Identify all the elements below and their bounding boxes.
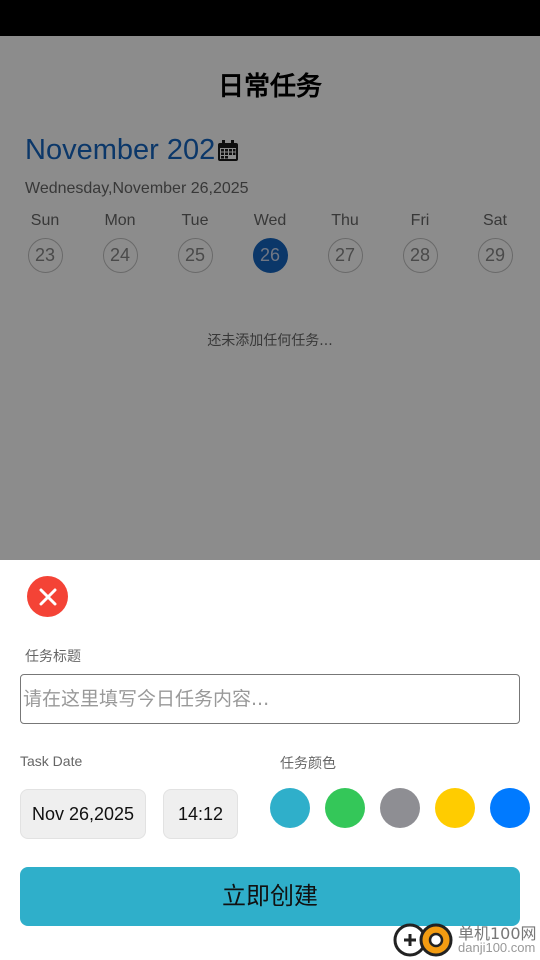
time-picker-button[interactable]: 14:12 bbox=[163, 789, 238, 839]
color-swatch-green[interactable] bbox=[325, 788, 365, 828]
create-task-sheet: 任务标题 请在这里填写今日任务内容... Task Date 任务颜色 Nov … bbox=[0, 560, 540, 960]
app-screen: 日常任务 November 202 Wednesday,November 26,… bbox=[0, 36, 540, 960]
modal-overlay[interactable] bbox=[0, 36, 540, 560]
watermark-line2: danji100.com bbox=[458, 940, 536, 955]
close-button[interactable] bbox=[27, 576, 68, 617]
task-color-label: 任务颜色 bbox=[280, 756, 336, 772]
color-swatch-teal[interactable] bbox=[270, 788, 310, 828]
date-picker-button[interactable]: Nov 26,2025 bbox=[20, 789, 146, 839]
color-swatch-blue[interactable] bbox=[490, 788, 530, 828]
watermark: 单机100网 danji100.com bbox=[392, 920, 540, 960]
task-title-label: 任务标题 bbox=[25, 649, 81, 665]
color-swatch-gray[interactable] bbox=[380, 788, 420, 828]
status-bar bbox=[0, 0, 540, 36]
watermark-logo-icon bbox=[393, 923, 453, 957]
color-swatch-yellow[interactable] bbox=[435, 788, 475, 828]
create-button[interactable]: 立即创建 bbox=[20, 867, 520, 926]
task-date-label: Task Date bbox=[20, 753, 83, 769]
close-icon bbox=[39, 588, 56, 605]
task-title-input[interactable]: 请在这里填写今日任务内容... bbox=[20, 674, 520, 724]
